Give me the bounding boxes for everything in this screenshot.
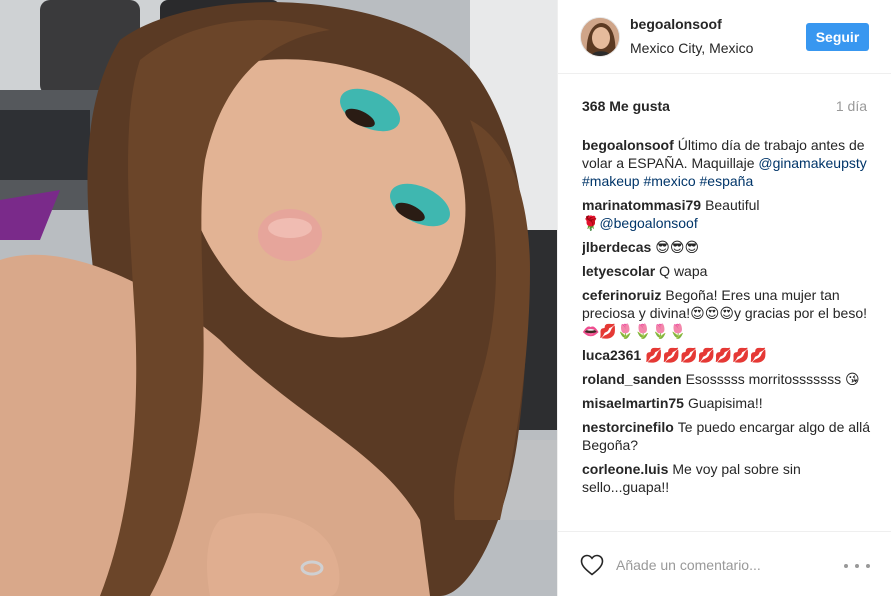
- caption-mention[interactable]: @ginamakeupsty: [758, 155, 866, 171]
- comment-username[interactable]: misaelmartin75: [582, 395, 684, 411]
- comments-list: begoalonsoof Último día de trabajo antes …: [582, 136, 872, 522]
- post-photo[interactable]: [0, 0, 557, 596]
- comment-item: roland_sanden Esosssss morritosssssss 😘: [582, 370, 872, 388]
- comment-username[interactable]: marinatommasi79: [582, 197, 701, 213]
- comment-text: Beautiful: [705, 197, 760, 213]
- add-comment-bar: [558, 531, 891, 596]
- hashtag-link[interactable]: #makeup: [582, 173, 640, 189]
- post-author-username[interactable]: begoalonsoof: [630, 16, 722, 32]
- comment-item: jlberdecas 😎😎😎: [582, 238, 872, 256]
- comment-item: nestorcinefilo Te puedo encargar algo de …: [582, 418, 872, 454]
- caption-username[interactable]: begoalonsoof: [582, 137, 674, 153]
- comment-text: 💋💋💋💋💋💋💋: [645, 347, 768, 363]
- more-dot: [866, 564, 870, 568]
- more-dot: [855, 564, 859, 568]
- comment-mention[interactable]: @begoalonsoof: [599, 215, 697, 231]
- comment-item: marinatommasi79 Beautiful 🌹@begoalonsoof: [582, 196, 872, 232]
- comment-username[interactable]: roland_sanden: [582, 371, 682, 387]
- comment-item: letyescolar Q wapa: [582, 262, 872, 280]
- comment-text: Guapisima!!: [687, 395, 763, 411]
- selfie-illustration: [0, 0, 557, 596]
- hashtag-link[interactable]: #españa: [700, 173, 754, 189]
- avatar[interactable]: [580, 17, 620, 57]
- comment-item: misaelmartin75 Guapisima!!: [582, 394, 872, 412]
- comment-item: corleone.luis Me voy pal sobre sin sello.…: [582, 460, 872, 496]
- heart-icon[interactable]: [580, 554, 604, 576]
- avatar-image: [581, 18, 619, 56]
- comment-text: Q wapa: [659, 263, 708, 279]
- post-sidebar: begoalonsoof Mexico City, Mexico Seguir …: [557, 0, 891, 596]
- comment-item: luca2361 💋💋💋💋💋💋💋: [582, 346, 872, 364]
- hashtag-link[interactable]: #mexico: [643, 173, 695, 189]
- comment-username[interactable]: letyescolar: [582, 263, 655, 279]
- comment-item: ceferinoruiz Begoña! Eres una mujer tan p…: [582, 286, 872, 340]
- rose-emoji: 🌹: [582, 215, 600, 231]
- post-timestamp[interactable]: 1 día: [836, 98, 867, 114]
- comment-text: Esosssss morritosssssss 😘: [685, 371, 860, 387]
- comment-text: 😎😎😎: [655, 239, 700, 255]
- comment-username[interactable]: nestorcinefilo: [582, 419, 674, 435]
- comment-username[interactable]: jlberdecas: [582, 239, 651, 255]
- caption: begoalonsoof Último día de trabajo antes …: [582, 136, 872, 190]
- comment-username[interactable]: corleone.luis: [582, 461, 668, 477]
- more-options-icon[interactable]: [844, 562, 870, 570]
- post-location[interactable]: Mexico City, Mexico: [630, 40, 753, 56]
- follow-button[interactable]: Seguir: [806, 23, 869, 51]
- comment-input[interactable]: [616, 552, 826, 578]
- more-dot: [844, 564, 848, 568]
- likes-count[interactable]: 368 Me gusta: [582, 98, 670, 114]
- comment-username[interactable]: ceferinoruiz: [582, 287, 661, 303]
- post-header: begoalonsoof Mexico City, Mexico Seguir: [558, 0, 891, 74]
- comment-username[interactable]: luca2361: [582, 347, 641, 363]
